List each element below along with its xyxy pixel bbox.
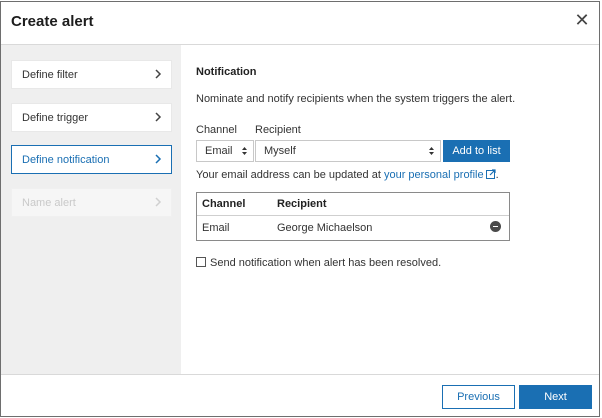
step-label: Define trigger	[22, 112, 89, 124]
email-note-suffix: .	[495, 169, 499, 181]
external-link-icon	[485, 169, 496, 179]
section-title: Notification	[196, 66, 257, 78]
section-description: Nominate and notify recipients when the …	[196, 93, 516, 105]
next-button[interactable]: Next	[519, 385, 592, 409]
resolved-notification-option[interactable]: Send notification when alert has been re…	[196, 257, 441, 269]
step-name-alert: Name alert	[11, 188, 172, 217]
column-header-recipient: Recipient	[277, 198, 327, 210]
recipients-table: Channel Recipient Email George Michaelso…	[196, 192, 510, 241]
table-header: Channel Recipient	[197, 193, 509, 216]
row-recipient: George Michaelson	[277, 222, 373, 234]
chevron-right-icon	[155, 69, 162, 79]
channel-select[interactable]: Email	[196, 140, 254, 162]
select-arrows-icon	[429, 147, 434, 155]
step-label: Name alert	[22, 197, 76, 209]
channel-select-value: Email	[205, 145, 233, 157]
step-label: Define notification	[22, 154, 110, 166]
remove-icon[interactable]	[490, 221, 501, 232]
previous-button[interactable]: Previous	[442, 385, 515, 409]
recipient-select[interactable]: Myself	[255, 140, 441, 162]
email-note: Your email address can be updated at you…	[196, 169, 499, 181]
table-row: Email George Michaelson	[197, 215, 509, 240]
resolved-checkbox-label: Send notification when alert has been re…	[210, 257, 442, 269]
step-define-notification[interactable]: Define notification	[11, 145, 172, 174]
chevron-right-icon	[155, 112, 162, 122]
notification-panel: Notification Nominate and notify recipie…	[181, 45, 599, 374]
row-channel: Email	[202, 222, 230, 234]
select-arrows-icon	[242, 147, 247, 155]
wizard-steps: Define filter Define trigger Define noti…	[1, 45, 181, 374]
step-define-trigger[interactable]: Define trigger	[11, 103, 172, 132]
recipient-select-value: Myself	[264, 145, 296, 157]
chevron-right-icon	[155, 197, 162, 207]
create-alert-dialog: Create alert ✕ Define filter Define trig…	[0, 1, 600, 417]
step-label: Define filter	[22, 69, 78, 81]
column-header-channel: Channel	[202, 198, 246, 210]
personal-profile-link[interactable]: your personal profile	[384, 169, 496, 181]
email-note-prefix: Your email address can be updated at	[196, 169, 384, 181]
add-to-list-button[interactable]: Add to list	[443, 140, 510, 162]
dialog-header: Create alert ✕	[1, 2, 599, 45]
dialog-title: Create alert	[11, 13, 94, 30]
resolved-checkbox[interactable]	[196, 257, 206, 267]
recipient-label: Recipient	[255, 124, 301, 136]
step-define-filter[interactable]: Define filter	[11, 60, 172, 89]
chevron-right-icon	[155, 154, 162, 164]
close-icon[interactable]: ✕	[573, 11, 591, 29]
dialog-footer: Previous Next	[1, 374, 599, 416]
personal-profile-link-text: your personal profile	[383, 169, 484, 181]
channel-label: Channel	[196, 124, 237, 136]
